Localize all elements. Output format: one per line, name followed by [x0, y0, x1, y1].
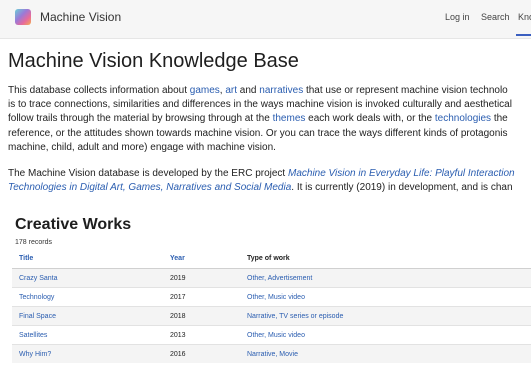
active-nav-indicator: [516, 34, 531, 36]
creative-works-table: Title Year Type of work Crazy Santa 2019…: [12, 249, 531, 363]
work-title-link[interactable]: Satellites: [19, 332, 47, 339]
login-link[interactable]: Log in: [445, 12, 470, 22]
year-column-header[interactable]: Year: [163, 249, 240, 269]
table-row: Why Him? 2016 Narrative, Movie: [12, 344, 531, 363]
work-type-link[interactable]: Narrative, TV series or episode: [247, 313, 343, 320]
work-title-link[interactable]: Technology: [19, 294, 54, 301]
work-year: 2018: [163, 306, 240, 326]
themes-link[interactable]: themes: [273, 113, 306, 124]
table-row: Crazy Santa 2019 Other, Advertisement: [12, 268, 531, 288]
knowledge-base-link[interactable]: Kno: [518, 12, 531, 22]
work-year: 2016: [163, 344, 240, 363]
work-year: 2017: [163, 287, 240, 307]
work-type-link[interactable]: Other, Music video: [247, 294, 305, 301]
intro-paragraph: This database collects information about…: [8, 85, 512, 153]
work-year: 2013: [163, 325, 240, 345]
brand-link[interactable]: Machine Vision: [40, 10, 121, 24]
top-nav-bar: Machine Vision Log in Search Kno: [0, 0, 531, 39]
table-header-row: Title Year Type of work: [12, 249, 531, 269]
type-column-header: Type of work: [240, 249, 531, 269]
narratives-link[interactable]: narratives: [259, 85, 303, 96]
work-type-link[interactable]: Narrative, Movie: [247, 351, 298, 358]
art-link[interactable]: art: [225, 85, 237, 96]
table-row: Final Space 2018 Narrative, TV series or…: [12, 306, 531, 326]
creative-works-heading: Creative Works: [15, 216, 132, 233]
table-row: Satellites 2013 Other, Music video: [12, 325, 531, 345]
search-link[interactable]: Search: [481, 12, 510, 22]
technologies-link[interactable]: technologies: [435, 113, 491, 124]
work-type-link[interactable]: Other, Advertisement: [247, 275, 312, 282]
work-title-link[interactable]: Crazy Santa: [19, 275, 58, 282]
project-paragraph: The Machine Vision database is developed…: [8, 168, 515, 194]
work-type-link[interactable]: Other, Music video: [247, 332, 305, 339]
page-title: Machine Vision Knowledge Base: [8, 50, 299, 72]
machine-vision-logo-icon[interactable]: [15, 9, 31, 25]
work-title-link[interactable]: Why Him?: [19, 351, 51, 358]
title-column-header[interactable]: Title: [12, 249, 163, 269]
records-count: 178 records: [15, 239, 52, 246]
work-year: 2019: [163, 268, 240, 288]
table-row: Technology 2017 Other, Music video: [12, 287, 531, 307]
games-link[interactable]: games: [190, 85, 220, 96]
work-title-link[interactable]: Final Space: [19, 313, 56, 320]
